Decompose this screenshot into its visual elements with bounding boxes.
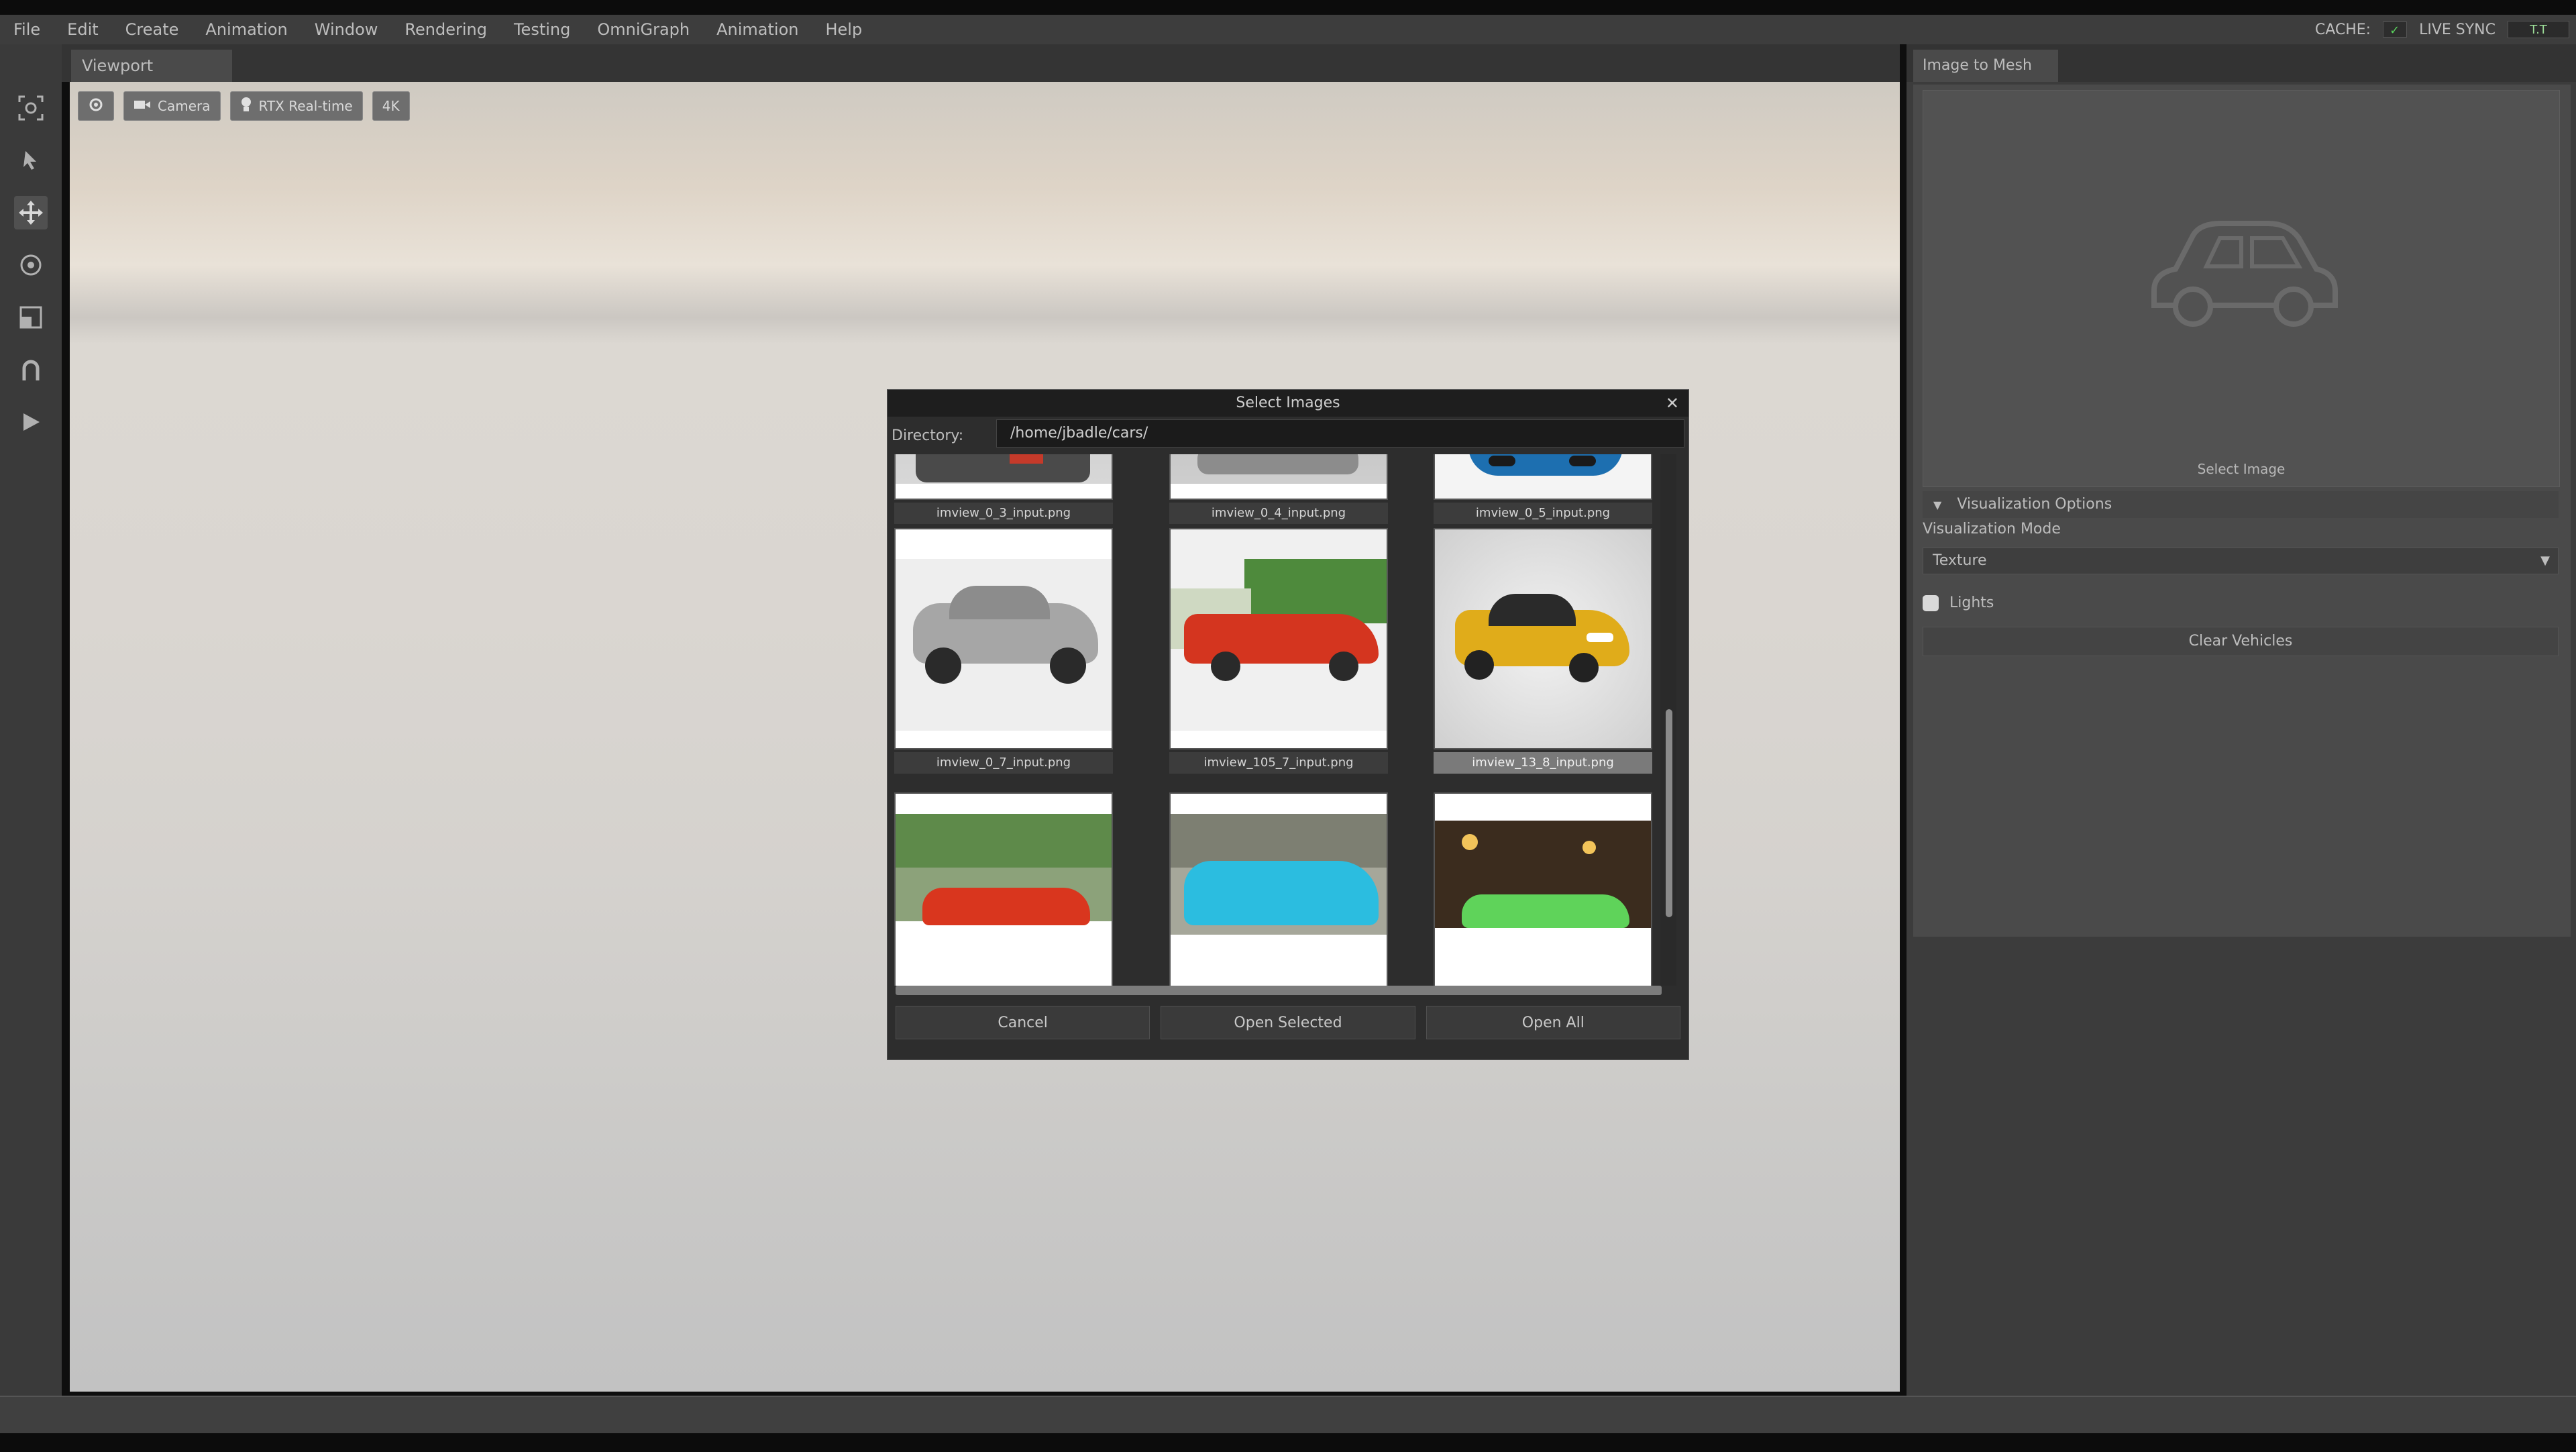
- image-thumbnail: [1169, 454, 1388, 500]
- image-filename: imview_0_5_input.png: [1434, 503, 1652, 524]
- visualization-mode-value: Texture: [1933, 552, 1987, 569]
- image-filename: imview_13_8_input.png: [1434, 752, 1652, 774]
- open-selected-button[interactable]: Open Selected: [1161, 1006, 1415, 1039]
- directory-label: Directory:: [892, 427, 964, 444]
- menu-create[interactable]: Create: [112, 20, 193, 39]
- image-filename: imview_105_7_input.png: [1169, 752, 1388, 774]
- image-thumbnail: [894, 454, 1113, 500]
- snap-icon[interactable]: [14, 353, 48, 386]
- menu-omnigraph[interactable]: OmniGraph: [584, 20, 703, 39]
- clear-vehicles-button[interactable]: Clear Vehicles: [1923, 627, 2559, 656]
- image-filename: imview_0_4_input.png: [1169, 503, 1388, 524]
- cache-toggle[interactable]: ✓: [2383, 21, 2408, 38]
- menu-help[interactable]: Help: [812, 20, 875, 39]
- visualization-mode-dropdown[interactable]: Texture ▼: [1923, 548, 2559, 574]
- cache-label: CACHE:: [2314, 21, 2371, 38]
- vertical-scrollbar[interactable]: [1660, 454, 1676, 986]
- image-thumbnail: [1434, 792, 1652, 986]
- render-mode-button[interactable]: RTX Real-time: [229, 91, 363, 121]
- left-toolbar: [0, 44, 62, 1443]
- pointer-icon[interactable]: [14, 144, 48, 177]
- chevron-down-icon: ▼: [2540, 554, 2550, 568]
- render-mode-label: RTX Real-time: [258, 98, 353, 114]
- menu-bar: File Edit Create Animation Window Render…: [0, 15, 2576, 44]
- menu-edit[interactable]: Edit: [54, 20, 111, 39]
- directory-field[interactable]: /home/jbadle/cars/: [996, 419, 1684, 448]
- move-icon[interactable]: [14, 196, 48, 229]
- visualization-options-label: Visualization Options: [1957, 496, 2112, 513]
- camera-button[interactable]: Camera: [123, 91, 221, 121]
- live-sync-toggle[interactable]: T.T: [2508, 21, 2569, 38]
- image-to-mesh-panel: Select Image ▼ Visualization Options Vis…: [1913, 85, 2571, 937]
- right-panel-tab-bar: Image to Mesh: [1907, 44, 2576, 82]
- live-sync-label: LIVE SYNC: [2419, 21, 2496, 38]
- viewport-settings-button[interactable]: [78, 91, 114, 121]
- lights-checkbox[interactable]: [1923, 594, 1939, 611]
- gear-icon: [88, 97, 104, 116]
- tab-image-to-mesh[interactable]: Image to Mesh: [1913, 50, 2058, 82]
- dialog-title: Select Images: [888, 390, 1688, 417]
- lights-row: Lights: [1923, 594, 1994, 611]
- camera-icon: [133, 98, 151, 115]
- lightbulb-icon: [240, 97, 252, 116]
- image-preview[interactable]: Select Image: [1923, 90, 2560, 487]
- right-panel: Image to Mesh Select Image ▼ Visualizati…: [1907, 44, 2576, 1396]
- play-icon[interactable]: [14, 405, 48, 439]
- menu-animation[interactable]: Animation: [192, 20, 301, 39]
- camera-label: Camera: [158, 98, 211, 114]
- status-bar: [0, 1396, 2576, 1435]
- viewport-tab-bar: Viewport: [62, 44, 1900, 82]
- scale-icon[interactable]: [14, 301, 48, 334]
- visualization-options-header[interactable]: ▼ Visualization Options: [1923, 491, 2559, 518]
- image-thumbnail: [894, 792, 1113, 986]
- triangle-down-icon: ▼: [1933, 499, 1942, 511]
- check-icon: ✓: [2390, 23, 2400, 38]
- select-image-label: Select Image: [2197, 461, 2286, 477]
- visualization-mode-label: Visualization Mode: [1923, 521, 2061, 537]
- horizontal-scrollbar[interactable]: [896, 986, 1662, 995]
- menu-testing[interactable]: Testing: [500, 20, 584, 39]
- car-icon: [2141, 211, 2342, 335]
- scrollbar-thumb[interactable]: [1666, 709, 1672, 917]
- viewport-toolbar: Camera RTX Real-time 4K: [78, 91, 410, 121]
- image-thumbnail: [1169, 528, 1388, 749]
- select-images-dialog: Select Images ✕ Directory: /home/jbadle/…: [887, 389, 1689, 1060]
- open-all-button[interactable]: Open All: [1426, 1006, 1680, 1039]
- cancel-button[interactable]: Cancel: [896, 1006, 1150, 1039]
- image-thumbnail: [1169, 792, 1388, 986]
- image-grid: imview_0_3_input.png imview_0_4_input.pn…: [894, 454, 1672, 986]
- image-thumbnail: [1434, 454, 1652, 500]
- lights-label: Lights: [1949, 594, 1994, 611]
- top-frame: [0, 0, 2576, 15]
- bottom-frame: [0, 1433, 2576, 1452]
- image-thumbnail: [894, 528, 1113, 749]
- rotate-icon[interactable]: [14, 248, 48, 282]
- close-icon[interactable]: ✕: [1666, 390, 1679, 417]
- menu-rendering[interactable]: Rendering: [391, 20, 500, 39]
- image-thumbnail: [1434, 528, 1652, 749]
- image-filename: imview_0_3_input.png: [894, 503, 1113, 524]
- menu-window[interactable]: Window: [301, 20, 392, 39]
- menu-animation-2[interactable]: Animation: [703, 20, 812, 39]
- tab-viewport[interactable]: Viewport: [71, 50, 232, 82]
- status-area: CACHE: ✓ LIVE SYNC T.T: [2315, 15, 2569, 44]
- resolution-label: 4K: [382, 98, 400, 114]
- resolution-button[interactable]: 4K: [372, 91, 410, 121]
- dialog-buttons: Cancel Open Selected Open All: [896, 1006, 1680, 1039]
- select-region-icon[interactable]: [14, 91, 48, 125]
- menu-file[interactable]: File: [0, 20, 54, 39]
- image-filename: imview_0_7_input.png: [894, 752, 1113, 774]
